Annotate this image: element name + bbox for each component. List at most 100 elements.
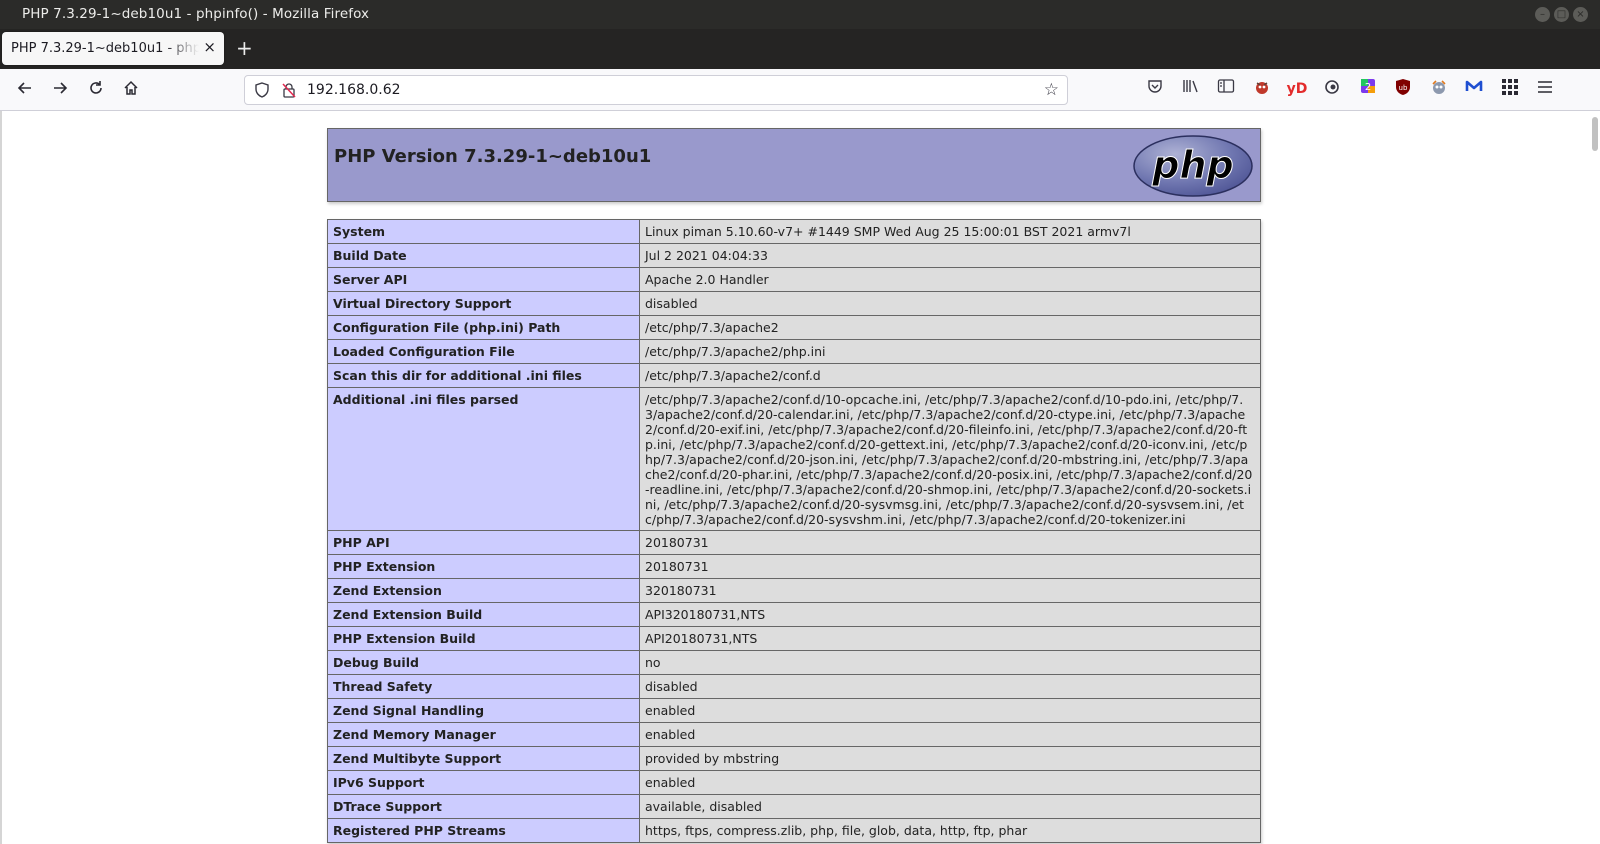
yandex-dict-icon[interactable]: yD [1286, 78, 1308, 100]
info-value: disabled [639, 674, 1261, 699]
tracking-protection-shield-icon[interactable] [254, 82, 270, 102]
table-row: PHP Extension 20180731 [327, 554, 1261, 579]
table-row: System Linux piman 5.10.60-v7+ #1449 SMP … [327, 219, 1261, 244]
phpinfo-header: PHP Version 7.3.29-1~deb10u1 php [327, 128, 1261, 202]
address-bar[interactable]: 192.168.0.62 ☆ [244, 75, 1068, 105]
svg-text:ub: ub [1399, 84, 1408, 92]
info-key: Zend Memory Manager [327, 722, 640, 747]
info-value: 20180731 [639, 530, 1261, 555]
page-viewport: PHP Version 7.3.29-1~deb10u1 php System … [0, 111, 1600, 844]
table-row: Zend Memory Manager enabled [327, 722, 1261, 747]
forward-button[interactable] [49, 79, 71, 101]
info-value: Jul 2 2021 04:04:33 [639, 243, 1261, 268]
library-icon[interactable] [1180, 78, 1202, 100]
info-key: PHP API [327, 530, 640, 555]
info-value: 20180731 [639, 554, 1261, 579]
table-row: Zend Extension Build API320180731,NTS [327, 602, 1261, 627]
info-key: PHP Extension [327, 554, 640, 579]
tab-title: PHP 7.3.29-1~deb10u1 - phpinfo() [11, 41, 199, 56]
home-button[interactable] [120, 79, 142, 101]
menu-icon[interactable] [1534, 78, 1556, 100]
info-value: no [639, 650, 1261, 675]
extension-4-icon[interactable] [1428, 78, 1450, 100]
extension-5-icon[interactable] [1463, 78, 1485, 100]
info-key: Server API [327, 267, 640, 292]
tab-close-icon[interactable]: × [203, 38, 216, 56]
info-value: https, ftps, compress.zlib, php, file, g… [639, 818, 1261, 843]
table-row: Additional .ini files parsed/etc/php/7.3… [327, 387, 1261, 531]
info-key: Loaded Configuration File [327, 339, 640, 364]
info-value: /etc/php/7.3/apache2/conf.d [639, 363, 1261, 388]
info-value: provided by mbstring [639, 746, 1261, 771]
info-key: Registered PHP Streams [327, 818, 640, 843]
window-controls: – □ × [1535, 7, 1588, 22]
info-value: disabled [639, 291, 1261, 316]
minimize-button[interactable]: – [1535, 7, 1550, 22]
info-key: Zend Signal Handling [327, 698, 640, 723]
info-key: Scan this dir for additional .ini files [327, 363, 640, 388]
table-row: PHP Extension Build API20180731,NTS [327, 626, 1261, 651]
insecure-lock-icon[interactable] [281, 82, 297, 102]
table-row: Configuration File (php.ini) Path/etc/ph… [327, 315, 1261, 340]
extension-3-icon[interactable]: 2 [1357, 78, 1379, 100]
sidebar-icon[interactable] [1215, 78, 1237, 100]
table-row: Loaded Configuration File/etc/php/7.3/ap… [327, 339, 1261, 364]
info-value: /etc/php/7.3/apache2/conf.d/10-opcache.i… [639, 387, 1261, 531]
info-key: IPv6 Support [327, 770, 640, 795]
info-value: enabled [639, 698, 1261, 723]
info-key: Thread Safety [327, 674, 640, 699]
table-row: Debug Build no [327, 650, 1261, 675]
new-tab-button[interactable]: + [236, 36, 253, 60]
extension-2-icon[interactable] [1321, 78, 1343, 100]
info-value: available, disabled [639, 794, 1261, 819]
apps-grid-icon[interactable] [1499, 78, 1521, 100]
info-key: Zend Multibyte Support [327, 746, 640, 771]
window-title: PHP 7.3.29-1~deb10u1 - phpinfo() - Mozil… [22, 6, 370, 22]
table-row: PHP API 20180731 [327, 530, 1261, 555]
php-logo[interactable]: php [1132, 134, 1254, 202]
home-icon [124, 80, 138, 95]
pocket-icon[interactable] [1144, 78, 1166, 100]
table-row: Server API Apache 2.0 Handler [327, 267, 1261, 292]
svg-text:2: 2 [1365, 82, 1371, 93]
window-titlebar: PHP 7.3.29-1~deb10u1 - phpinfo() - Mozil… [0, 0, 1600, 29]
table-row: Registered PHP Streams https, ftps, compr… [327, 818, 1261, 843]
vertical-scrollbar[interactable] [1592, 117, 1598, 151]
table-row: Zend Extension 320180731 [327, 578, 1261, 603]
info-key: Build Date [327, 243, 640, 268]
info-key: System [327, 219, 640, 244]
table-row: Zend Multibyte Support provided by mbstri… [327, 746, 1261, 771]
phpinfo-container: PHP Version 7.3.29-1~deb10u1 php System … [327, 128, 1261, 843]
maximize-button[interactable]: □ [1554, 7, 1569, 22]
info-value: API20180731,NTS [639, 626, 1261, 651]
forward-arrow-icon [54, 82, 68, 94]
info-value: enabled [639, 770, 1261, 795]
info-key: Zend Extension [327, 578, 640, 603]
info-key: PHP Extension Build [327, 626, 640, 651]
extension-1-icon[interactable] [1251, 78, 1273, 100]
info-value: API320180731,NTS [639, 602, 1261, 627]
navigation-toolbar: 192.168.0.62 ☆ yD 2 ub [0, 69, 1600, 111]
info-value: 320180731 [639, 578, 1261, 603]
info-key: DTrace Support [327, 794, 640, 819]
info-key: Virtual Directory Support [327, 291, 640, 316]
tab-phpinfo[interactable]: PHP 7.3.29-1~deb10u1 - phpinfo() × [2, 32, 224, 65]
phpinfo-table: System Linux piman 5.10.60-v7+ #1449 SMP … [327, 219, 1261, 843]
info-value: enabled [639, 722, 1261, 747]
info-key: Additional .ini files parsed [327, 387, 640, 531]
close-window-button[interactable]: × [1573, 7, 1588, 22]
bookmark-star-icon[interactable]: ☆ [1044, 80, 1059, 100]
back-button[interactable] [14, 79, 36, 101]
info-value: Apache 2.0 Handler [639, 267, 1261, 292]
info-key: Debug Build [327, 650, 640, 675]
table-row: Thread Safety disabled [327, 674, 1261, 699]
info-key: Zend Extension Build [327, 602, 640, 627]
ublock-icon[interactable]: ub [1392, 78, 1414, 100]
table-row: Virtual Directory Support disabled [327, 291, 1261, 316]
table-row: Scan this dir for additional .ini files /… [327, 363, 1261, 388]
url-text[interactable]: 192.168.0.62 [307, 82, 401, 98]
info-value: /etc/php/7.3/apache2 [639, 315, 1261, 340]
info-value: /etc/php/7.3/apache2/php.ini [639, 339, 1261, 364]
reload-button[interactable] [85, 79, 107, 101]
table-row: DTrace Support available, disabled [327, 794, 1261, 819]
